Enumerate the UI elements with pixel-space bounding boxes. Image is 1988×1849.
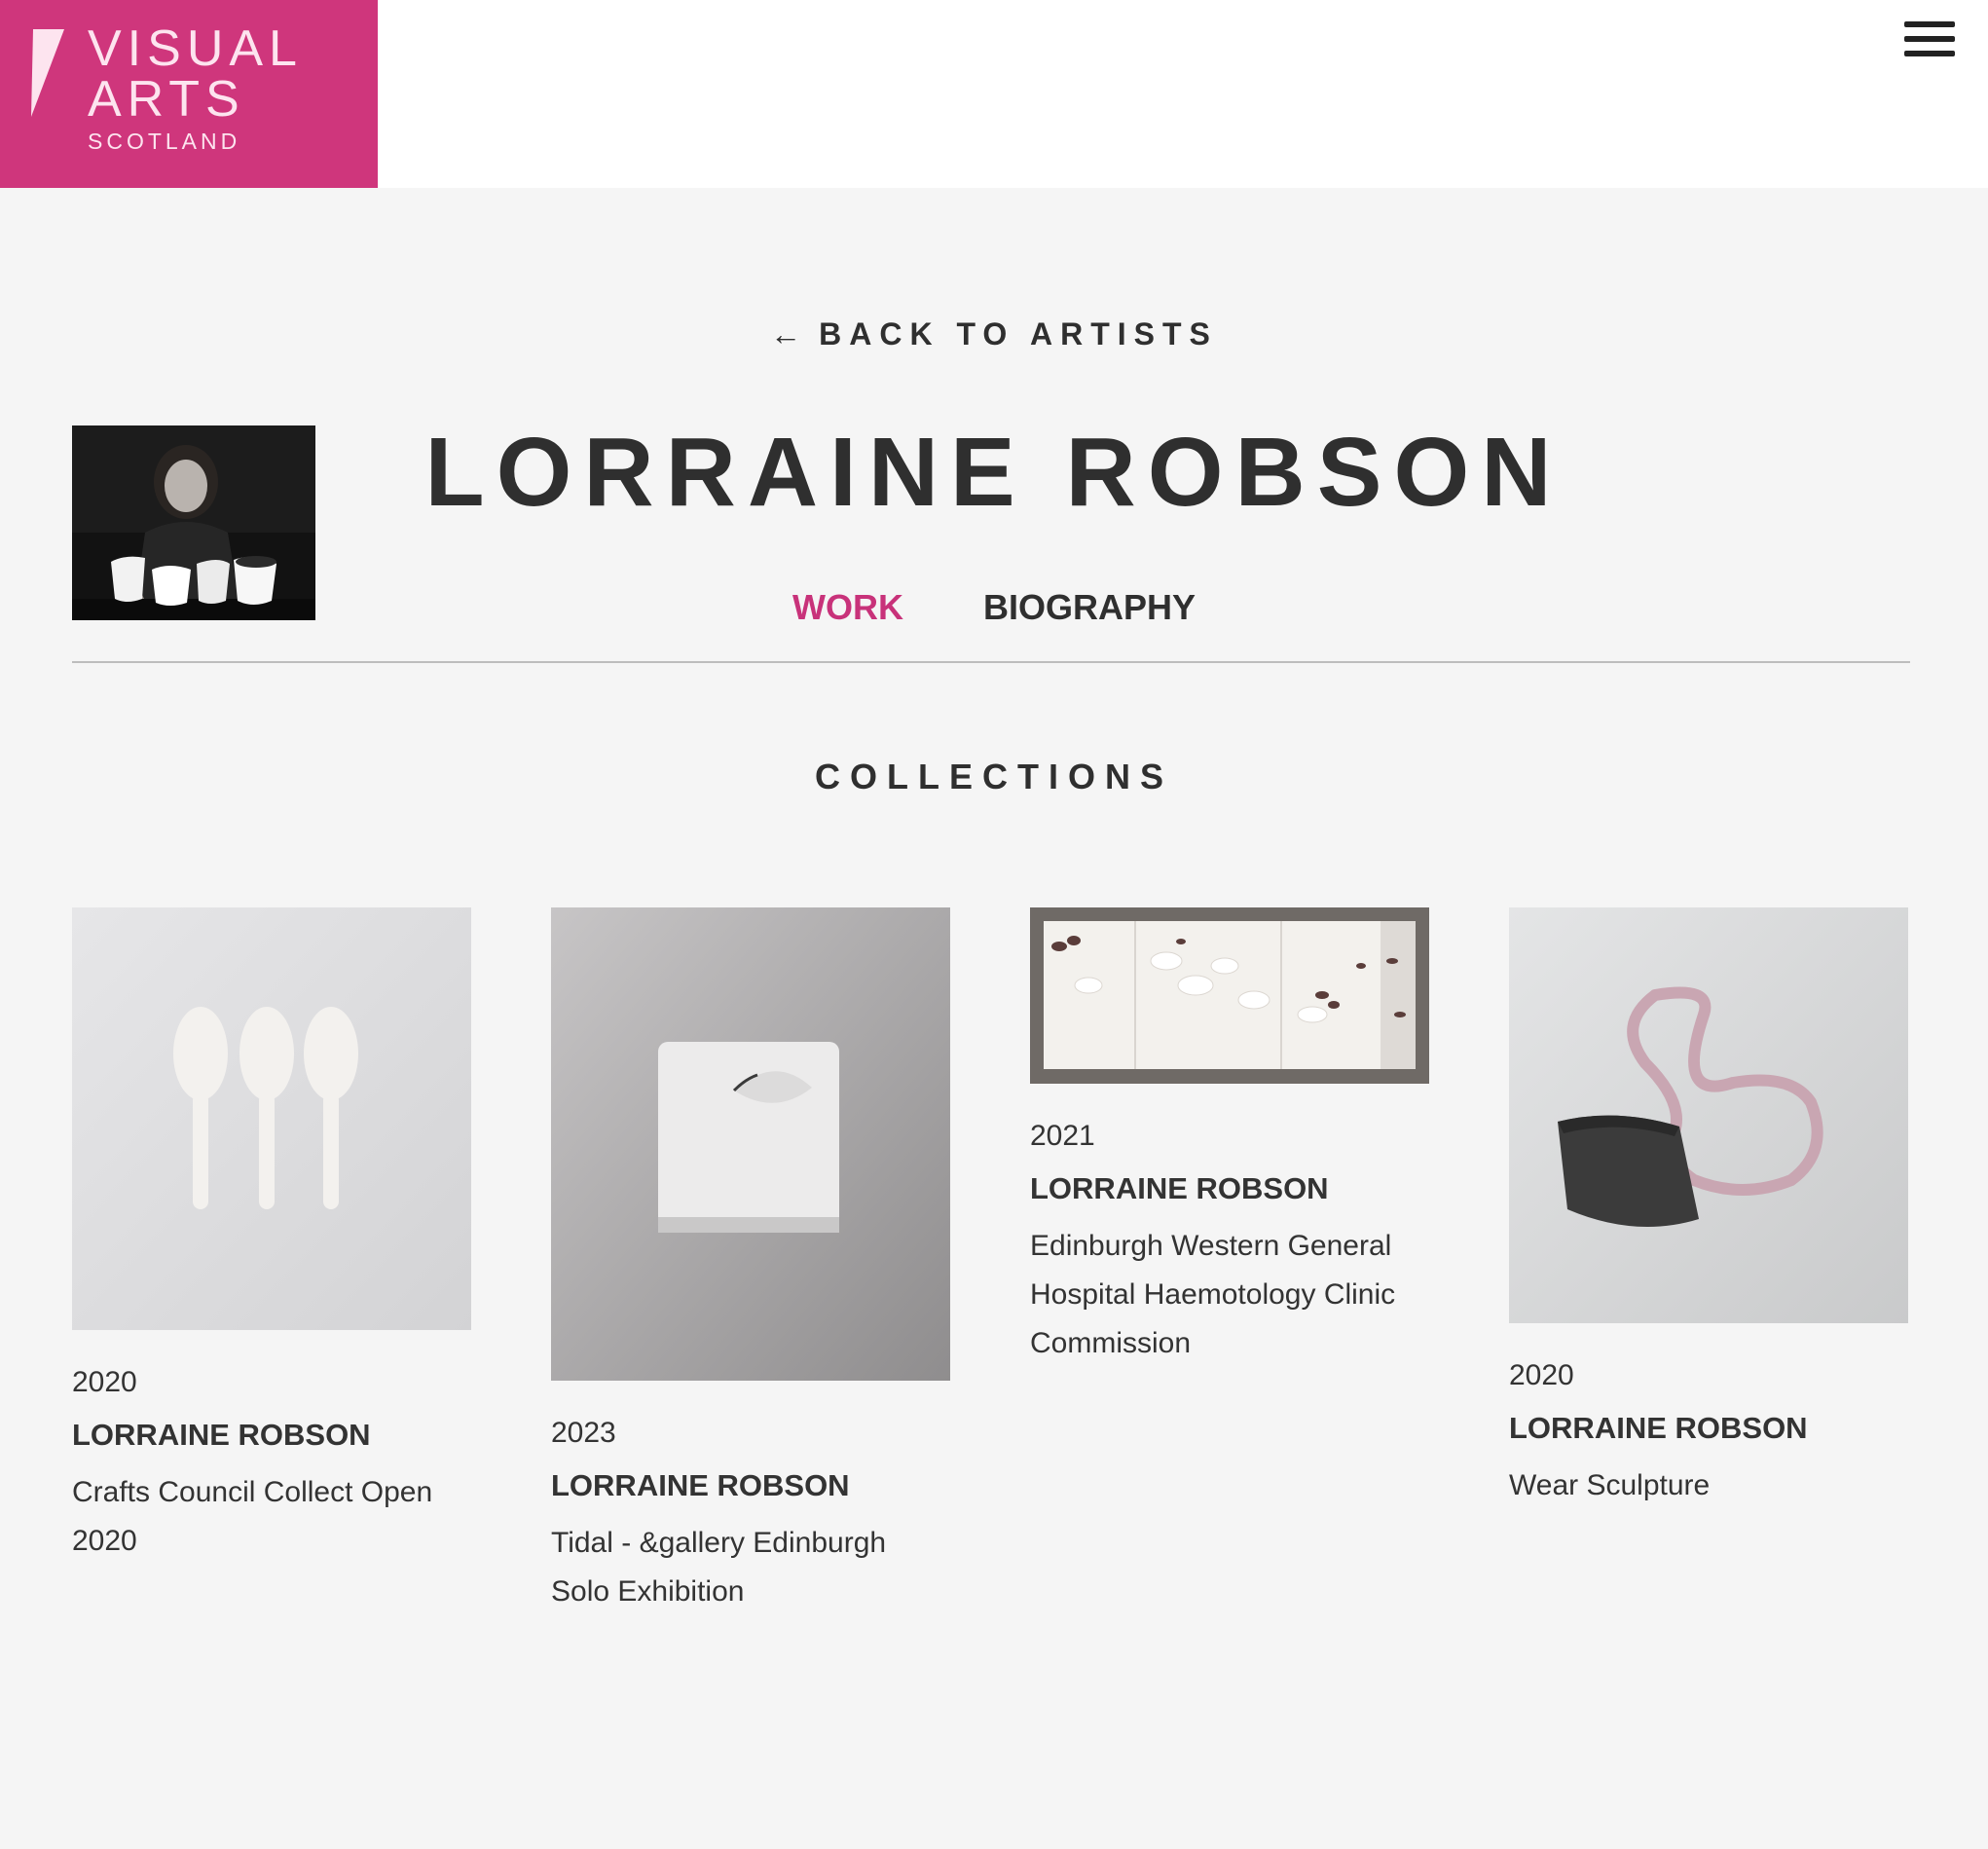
site-header: VISUAL ARTS SCOTLAND	[0, 0, 1988, 188]
collection-card[interactable]: 2021 LORRAINE ROBSON Edinburgh Western G…	[1030, 907, 1429, 1368]
visual-arts-scotland-logo[interactable]: VISUAL ARTS SCOTLAND	[0, 0, 378, 188]
collection-title: Edinburgh Western General Hospital Haemo…	[1030, 1230, 1396, 1359]
collection-thumbnail-image	[1509, 907, 1908, 1323]
collection-title: Wear Sculpture	[1509, 1469, 1711, 1501]
profile-tabs: WORK BIOGRAPHY	[0, 587, 1988, 628]
collection-card[interactable]: 2023 LORRAINE ROBSON Tidal - &gallery Ed…	[551, 907, 950, 1616]
back-to-artists-link[interactable]: ← BACK TO ARTISTS	[0, 316, 1988, 352]
collection-artist: LORRAINE ROBSON	[72, 1418, 371, 1452]
collection-title: Tidal - &gallery Edinburgh Solo Exhibiti…	[551, 1527, 887, 1608]
collection-artist: LORRAINE ROBSON	[551, 1468, 850, 1502]
logo-text-visual: VISUAL	[88, 20, 303, 77]
back-link-label: BACK TO ARTISTS	[819, 316, 1218, 351]
menu-bar	[1904, 51, 1955, 56]
tab-biography[interactable]: BIOGRAPHY	[983, 587, 1196, 628]
collection-artist: LORRAINE ROBSON	[1030, 1171, 1329, 1205]
collection-card[interactable]: 2020 LORRAINE ROBSON Wear Sculpture	[1509, 907, 1908, 1510]
tabs-divider	[72, 661, 1910, 663]
collections-heading: COLLECTIONS	[815, 757, 1173, 796]
logo-text-arts: ARTS	[88, 71, 245, 128]
collection-year: 2020	[1509, 1359, 1574, 1391]
collection-title: Crafts Council Collect Open 2020	[72, 1476, 433, 1557]
tab-work[interactable]: WORK	[792, 587, 903, 628]
logo-mark-icon	[31, 29, 64, 117]
logo-text-scotland: SCOTLAND	[88, 129, 241, 154]
collection-year: 2023	[551, 1417, 616, 1449]
hamburger-menu-icon[interactable]	[1904, 21, 1959, 60]
collection-year: 2020	[72, 1366, 137, 1398]
collection-artist: LORRAINE ROBSON	[1509, 1411, 1808, 1445]
menu-bar	[1904, 36, 1955, 42]
collection-thumbnail-image	[72, 907, 471, 1330]
artist-name-heading: LORRAINE ROBSON	[424, 418, 1564, 527]
collection-thumbnail-image	[1030, 907, 1429, 1084]
collection-card[interactable]: 2020 LORRAINE ROBSON Crafts Council Coll…	[72, 907, 471, 1566]
arrow-left-icon: ←	[770, 316, 802, 351]
collection-thumbnail-image	[551, 907, 950, 1381]
menu-bar	[1904, 21, 1955, 27]
collection-year: 2021	[1030, 1120, 1095, 1152]
